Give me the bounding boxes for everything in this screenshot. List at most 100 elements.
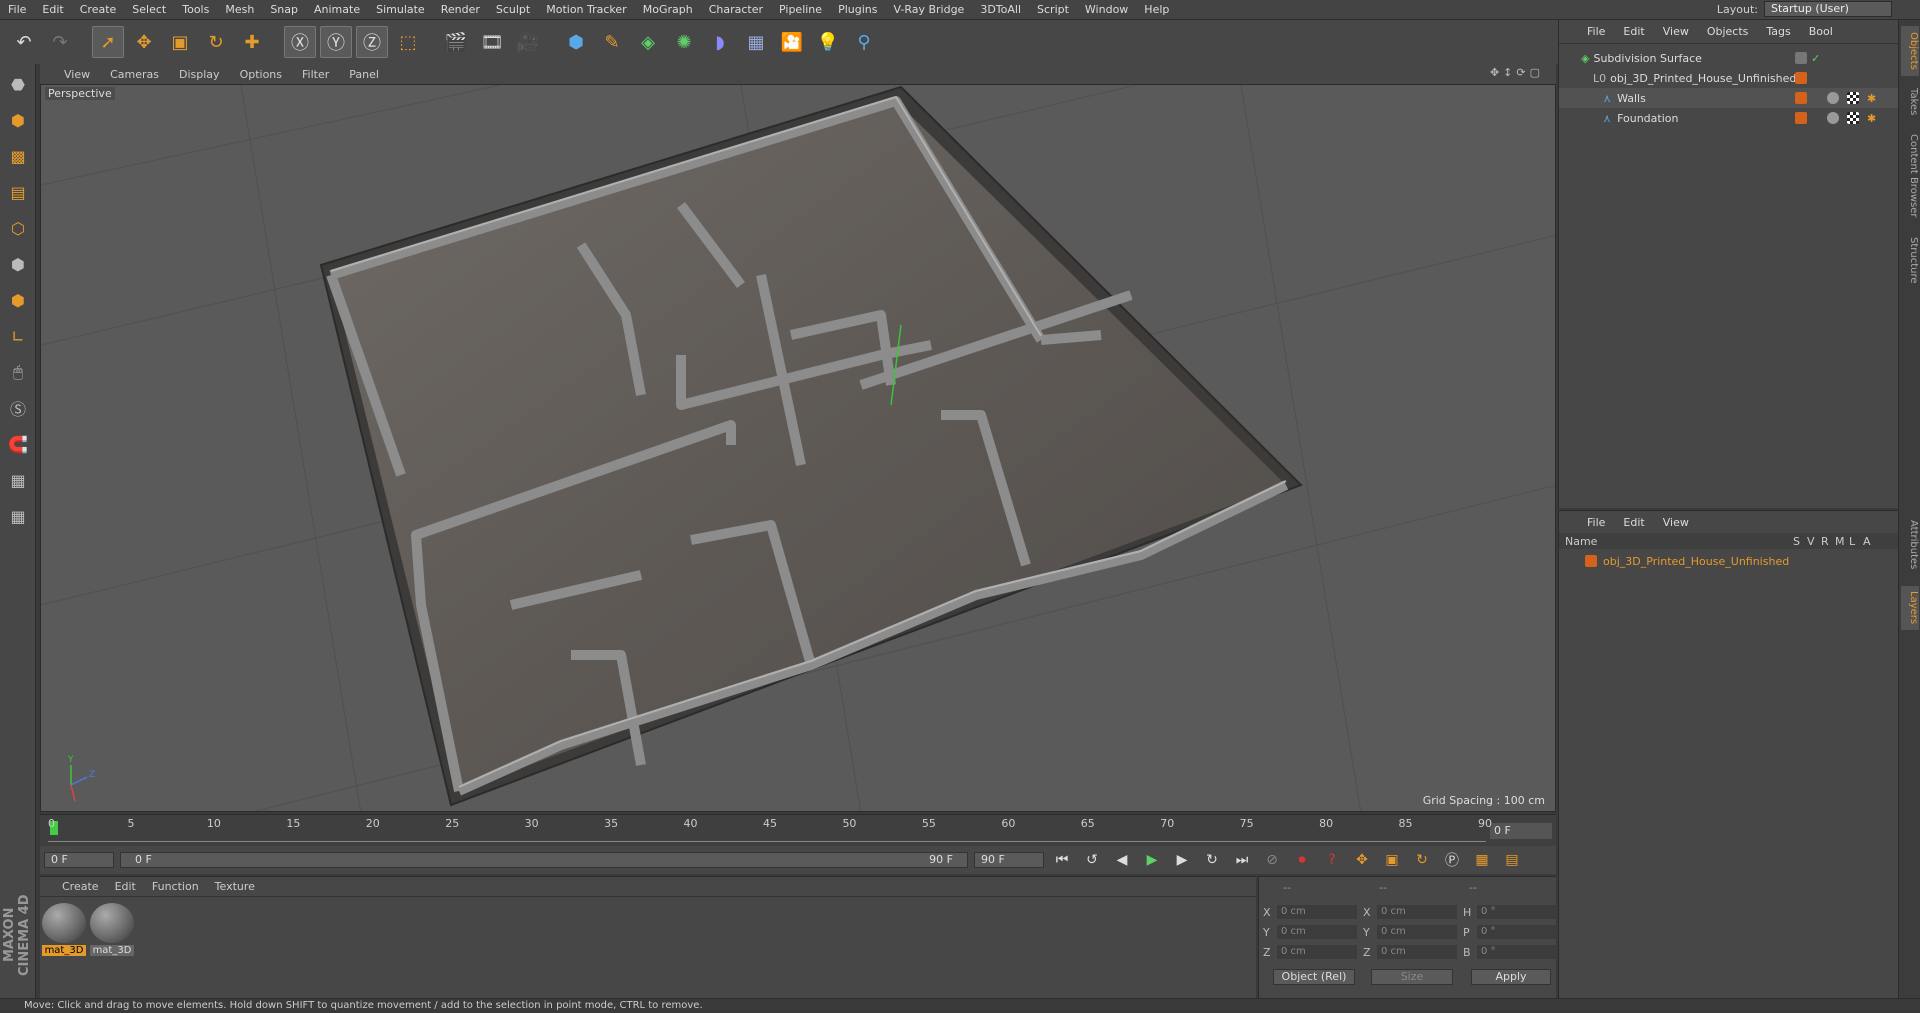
edges-mode-icon[interactable]: ⬢	[2, 248, 34, 280]
layer-col-r[interactable]: R	[1821, 535, 1829, 548]
tab-takes[interactable]: Takes	[1901, 82, 1919, 122]
frame-range-slider[interactable]: 0 F 90 F	[120, 852, 968, 868]
enabled-check-icon[interactable]: ✓	[1811, 52, 1820, 65]
size-z-field[interactable]: 0 cm	[1377, 945, 1457, 959]
menu-window[interactable]: Window	[1077, 0, 1136, 20]
menu-pipeline[interactable]: Pipeline	[771, 0, 830, 20]
layer-color-tag[interactable]	[1795, 72, 1807, 84]
material-tag-icon[interactable]	[1827, 112, 1839, 124]
play-icon[interactable]: ▶	[1140, 849, 1164, 871]
rotate-tool-icon[interactable]: ↻	[200, 26, 232, 58]
viewport-menu-display[interactable]: Display	[169, 68, 230, 81]
record-keys-icon[interactable]: ⊘	[1260, 849, 1284, 871]
tab-attributes[interactable]: Attributes	[1901, 510, 1919, 580]
next-key-icon[interactable]: ↻	[1200, 849, 1224, 871]
menu-simulate[interactable]: Simulate	[368, 0, 433, 20]
menu-animate[interactable]: Animate	[306, 0, 368, 20]
subdivision-generator-icon[interactable]: ◈	[632, 26, 664, 58]
scale-tool-icon[interactable]: ▣	[164, 26, 196, 58]
uvw-tag-icon[interactable]	[1847, 92, 1859, 104]
points-mode-icon[interactable]: ⬡	[2, 212, 34, 244]
floor-scene-icon[interactable]: ▦	[740, 26, 772, 58]
undo-icon[interactable]: ↶	[8, 26, 40, 58]
menu-help[interactable]: Help	[1136, 0, 1177, 20]
viewport-menu-cameras[interactable]: Cameras	[100, 68, 169, 81]
position-y-field[interactable]: 0 cm	[1277, 925, 1357, 939]
layer-col-l[interactable]: L	[1849, 535, 1855, 548]
timeline-ruler[interactable]: 0 F 0 5 10 15 20 25 30 35 40 45 50 55 60 65 70 75 80 85 90	[40, 814, 1556, 846]
object-menu-objects[interactable]: Objects	[1699, 25, 1757, 38]
tweak-mode-icon[interactable]: 🖱	[2, 356, 34, 388]
layer-col-name[interactable]: Name	[1565, 535, 1597, 548]
menu-file[interactable]: File	[0, 0, 34, 20]
position-key-icon[interactable]: ✥	[1350, 849, 1374, 871]
current-frame-field[interactable]: 0 F	[1490, 823, 1552, 839]
model-mode-icon[interactable]: ⬢	[2, 104, 34, 136]
workplane-icon[interactable]: ▤	[2, 176, 34, 208]
menu-mograph[interactable]: MoGraph	[635, 0, 701, 20]
menu-mesh[interactable]: Mesh	[217, 0, 262, 20]
pen-spline-icon[interactable]: ✎	[596, 26, 628, 58]
python-icon[interactable]: ⚲	[848, 26, 880, 58]
coord-size-dropdown[interactable]: Size	[1371, 969, 1453, 985]
light-icon[interactable]: 💡	[812, 26, 844, 58]
material-menu-function[interactable]: Function	[144, 880, 207, 893]
select-tool-icon[interactable]: ➚	[92, 26, 124, 58]
object-menu-tags[interactable]: Tags	[1758, 25, 1798, 38]
size-y-field[interactable]: 0 cm	[1377, 925, 1457, 939]
viewport-menu-filter[interactable]: Filter	[292, 68, 339, 81]
perspective-viewport[interactable]: Y Z Perspective Grid Spacing : 100 cm	[40, 84, 1556, 812]
layer-row[interactable]: obj_3D_Printed_House_Unfinished	[1559, 551, 1899, 571]
goto-end-icon[interactable]: ⏭	[1230, 849, 1254, 871]
object-row-walls[interactable]: ⋏ Walls ✱	[1559, 88, 1899, 108]
render-settings-icon[interactable]: 🎥	[512, 26, 544, 58]
render-picture-viewer-icon[interactable]: 🎞	[476, 26, 508, 58]
menu-plugins[interactable]: Plugins	[830, 0, 885, 20]
uvw-tag-icon[interactable]	[1847, 112, 1859, 124]
z-axis-lock-icon[interactable]: Ⓩ	[356, 26, 388, 58]
rotation-h-field[interactable]: 0 °	[1477, 905, 1557, 919]
timeline-track[interactable]	[48, 834, 1486, 842]
object-menu-edit[interactable]: Edit	[1615, 25, 1652, 38]
visibility-toggle-icon[interactable]	[1795, 52, 1807, 64]
snap-icon[interactable]: Ⓢ	[2, 392, 34, 424]
y-axis-lock-icon[interactable]: Ⓨ	[320, 26, 352, 58]
menu-v-ray-bridge[interactable]: V-Ray Bridge	[885, 0, 972, 20]
prev-frame-icon[interactable]: ◀	[1110, 849, 1134, 871]
texture-mode-icon[interactable]: ▩	[2, 140, 34, 172]
menu-render[interactable]: Render	[433, 0, 488, 20]
layer-col-s[interactable]: S	[1793, 535, 1800, 548]
rotation-b-field[interactable]: 0 °	[1477, 945, 1557, 959]
menu-motion-tracker[interactable]: Motion Tracker	[538, 0, 634, 20]
material-menu-edit[interactable]: Edit	[107, 880, 144, 893]
layer-menu-file[interactable]: File	[1579, 516, 1613, 529]
object-menu-file[interactable]: File	[1579, 25, 1613, 38]
menu-snap[interactable]: Snap	[262, 0, 306, 20]
tab-content-browser[interactable]: Content Browser	[1901, 128, 1919, 224]
coordinate-system-icon[interactable]: ⬚	[392, 26, 424, 58]
menu-3dtoall[interactable]: 3DToAll	[972, 0, 1029, 20]
render-view-icon[interactable]: 🎬	[440, 26, 472, 58]
layer-col-a[interactable]: A	[1863, 535, 1871, 548]
size-x-field[interactable]: 0 cm	[1377, 905, 1457, 919]
viewport-nav-icons[interactable]: ✥↕⟳▢	[1490, 66, 1544, 79]
scale-key-icon[interactable]: ▣	[1380, 849, 1404, 871]
viewport-menu-view[interactable]: View	[54, 68, 100, 81]
menu-select[interactable]: Select	[124, 0, 174, 20]
viewport-menu-options[interactable]: Options	[230, 68, 292, 81]
menu-tools[interactable]: Tools	[174, 0, 217, 20]
object-menu-bool[interactable]: Bool	[1801, 25, 1841, 38]
camera-icon[interactable]: 🎦	[776, 26, 808, 58]
live-select-icon[interactable]: ✚	[236, 26, 268, 58]
redo-icon[interactable]: ↷	[44, 26, 76, 58]
layer-menu-edit[interactable]: Edit	[1615, 516, 1652, 529]
menu-sculpt[interactable]: Sculpt	[488, 0, 538, 20]
menu-edit[interactable]: Edit	[34, 0, 71, 20]
axis-mode-icon[interactable]: ∟	[2, 320, 34, 352]
grid-snap-icon[interactable]: ▦	[2, 500, 34, 532]
apply-button[interactable]: Apply	[1471, 969, 1551, 985]
menu-script[interactable]: Script	[1029, 0, 1077, 20]
material-swatch[interactable]: mat_3D	[90, 903, 134, 956]
menu-create[interactable]: Create	[72, 0, 125, 20]
object-menu-view[interactable]: View	[1655, 25, 1697, 38]
